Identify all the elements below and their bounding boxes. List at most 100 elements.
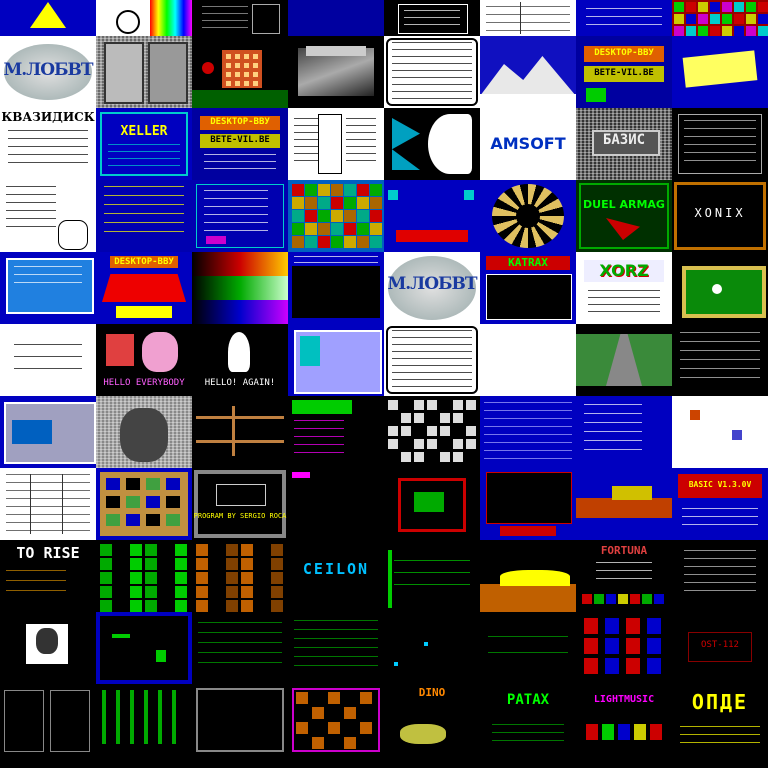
tile-blue-listing[interactable] bbox=[576, 396, 672, 468]
hello-everybody-label: HELLO EVERYBODY bbox=[103, 378, 185, 388]
tile-blue-menu[interactable] bbox=[192, 180, 288, 252]
tile-xeller[interactable]: XELLER bbox=[96, 108, 192, 180]
tile-mountains[interactable] bbox=[480, 36, 576, 108]
tile-dino[interactable]: DINO bbox=[384, 684, 480, 756]
tile-palette-screen[interactable] bbox=[96, 0, 192, 36]
tile-kvazidisk-doc[interactable]: КВАЗИДИСК bbox=[0, 108, 96, 180]
tile-black-text[interactable] bbox=[672, 324, 768, 396]
tile-gray-window[interactable] bbox=[0, 396, 96, 468]
tile-program-by[interactable]: PROGRAM BY SERGIO ROCA bbox=[192, 468, 288, 540]
tile-neon-menu[interactable] bbox=[288, 396, 384, 468]
tile-fortuna[interactable]: FORTUNA bbox=[576, 540, 672, 612]
tile-amsoft[interactable]: AMSOFT bbox=[480, 108, 576, 180]
tile-face-art[interactable] bbox=[384, 108, 480, 180]
tile-brick-house[interactable] bbox=[192, 36, 288, 108]
tile-chip-schematic[interactable] bbox=[288, 108, 384, 180]
ceilon-label: CEILON bbox=[302, 560, 370, 578]
tile-blue-lines[interactable] bbox=[480, 396, 576, 468]
thumbnail-grid: М.ЛОБВТ DESKTOP-ВВУ ВЕТЕ-VIL.ВЕ КВАЗИДИСК XE… bbox=[0, 0, 768, 768]
tile-red-menu[interactable] bbox=[480, 468, 576, 540]
amsoft-label: AMSOFT bbox=[490, 134, 566, 153]
tile-text-doc-2[interactable] bbox=[384, 324, 480, 396]
tile-white-sprites[interactable] bbox=[672, 396, 768, 468]
tile-xonix[interactable]: XONIX bbox=[672, 180, 768, 252]
tile-green-stripes[interactable] bbox=[384, 540, 480, 612]
tile-yellow-terrain[interactable] bbox=[480, 540, 576, 612]
tile-radial-art[interactable] bbox=[480, 180, 576, 252]
tile-dark-menu[interactable] bbox=[192, 0, 288, 36]
tile-schematic-2[interactable] bbox=[0, 468, 96, 540]
tile-schematic[interactable] bbox=[480, 0, 576, 36]
hello-again-label: HELLO! AGAIN! bbox=[204, 378, 276, 388]
tile-ost[interactable]: OST-112 bbox=[672, 612, 768, 684]
tile-bear-art[interactable] bbox=[96, 396, 192, 468]
tile-desktop-a[interactable]: DESKTOP-ВВУ ВЕТЕ-VIL.ВЕ bbox=[576, 36, 672, 108]
tile-text-listing[interactable] bbox=[384, 0, 480, 36]
tile-red-blue-game[interactable] bbox=[576, 612, 672, 684]
tile-lightmusic[interactable]: LIGHTMUSIC bbox=[576, 684, 672, 756]
katrax-label: KATRAX bbox=[508, 256, 548, 269]
tile-blue-dialog[interactable] bbox=[384, 180, 480, 252]
tile-patax[interactable]: PATAX bbox=[480, 684, 576, 756]
tile-level-map[interactable] bbox=[96, 468, 192, 540]
tile-mlobbt-logo-2[interactable]: М.ЛОБВТ bbox=[384, 252, 480, 324]
tile-to-rise[interactable]: TO RISE bbox=[0, 540, 96, 612]
tile-hello-everybody[interactable]: HELLO EVERYBODY bbox=[96, 324, 192, 396]
tile-green-columns[interactable] bbox=[96, 684, 192, 756]
tile-color-tiles[interactable] bbox=[288, 180, 384, 252]
tile-text-doc[interactable] bbox=[384, 36, 480, 108]
tile-dark-menu-2[interactable] bbox=[672, 108, 768, 180]
tile-blue-window[interactable] bbox=[288, 252, 384, 324]
tile-gray-frame[interactable] bbox=[192, 684, 288, 756]
fortuna-label: FORTUNA bbox=[600, 544, 648, 557]
tile-pinball-screen[interactable] bbox=[0, 0, 96, 36]
tile-katrax[interactable]: KATRAX bbox=[480, 252, 576, 324]
tile-blue-frame-game[interactable] bbox=[96, 612, 192, 684]
tile-basic-version[interactable]: BASIC V1.3.0V bbox=[672, 468, 768, 540]
tile-road-game[interactable] bbox=[576, 324, 672, 396]
tile-green-lines[interactable] bbox=[480, 612, 576, 684]
tile-opde[interactable]: ОПДЕ bbox=[672, 684, 768, 756]
tile-blue-text[interactable] bbox=[96, 180, 192, 252]
tile-dark-text[interactable] bbox=[672, 540, 768, 612]
tile-platform-game[interactable] bbox=[192, 396, 288, 468]
tile-billiard[interactable] bbox=[672, 252, 768, 324]
tile-blank-white[interactable] bbox=[480, 324, 576, 396]
tile-hello-again[interactable]: HELLO! AGAIN! bbox=[192, 324, 288, 396]
desktop-a-title-label: DESKTOP-ВВУ bbox=[594, 48, 654, 58]
tile-green-maze[interactable] bbox=[96, 540, 192, 612]
tile-green-text[interactable] bbox=[192, 612, 288, 684]
tile-bazis[interactable]: БАЗИС bbox=[576, 108, 672, 180]
basic-ver-label: BASIC V1.3.0V bbox=[688, 480, 752, 489]
tile-orange-level-2[interactable] bbox=[288, 684, 384, 756]
tile-blue-monitor[interactable] bbox=[0, 252, 96, 324]
tile-yellow-note[interactable] bbox=[672, 36, 768, 108]
program-by-label: PROGRAM BY SERGIO ROCA bbox=[193, 512, 287, 520]
tile-desktop-c[interactable]: DESKTOP-ВВУ bbox=[96, 252, 192, 324]
tile-ship-scene[interactable] bbox=[576, 468, 672, 540]
tile-circuit-photo[interactable] bbox=[96, 36, 192, 108]
patax-label: PATAX bbox=[506, 692, 550, 708]
tile-green-noise[interactable] bbox=[288, 612, 384, 684]
tile-duel-armag[interactable]: DUEL ARMAG bbox=[576, 180, 672, 252]
tile-handwritten-doc[interactable] bbox=[0, 180, 96, 252]
tile-orange-level[interactable] bbox=[192, 540, 288, 612]
tile-gray-tiles[interactable] bbox=[0, 684, 96, 756]
tile-white-note[interactable] bbox=[0, 324, 96, 396]
xorz-label: XORZ bbox=[599, 261, 649, 280]
tile-desktop-b[interactable]: DESKTOP-ВВУ ВЕТЕ-VIL.ВЕ bbox=[192, 108, 288, 180]
tile-starfield[interactable] bbox=[288, 36, 384, 108]
tile-blue-screen[interactable] bbox=[288, 0, 384, 36]
tile-color-grid[interactable] bbox=[672, 0, 768, 36]
tile-blue-doc[interactable] bbox=[576, 0, 672, 36]
tile-portrait[interactable] bbox=[0, 612, 96, 684]
tile-gradient-palette[interactable] bbox=[192, 252, 288, 324]
tile-blue-dialog-2[interactable] bbox=[288, 324, 384, 396]
tile-red-frame[interactable] bbox=[384, 468, 480, 540]
tile-xorz[interactable]: XORZ bbox=[576, 252, 672, 324]
tile-dark-dots[interactable] bbox=[384, 612, 480, 684]
tile-mlobbt-logo[interactable]: М.ЛОБВТ bbox=[0, 36, 96, 108]
tile-ceilon[interactable]: CEILON bbox=[288, 540, 384, 612]
tile-magenta-mark[interactable] bbox=[288, 468, 384, 540]
tile-maze-game[interactable] bbox=[384, 396, 480, 468]
